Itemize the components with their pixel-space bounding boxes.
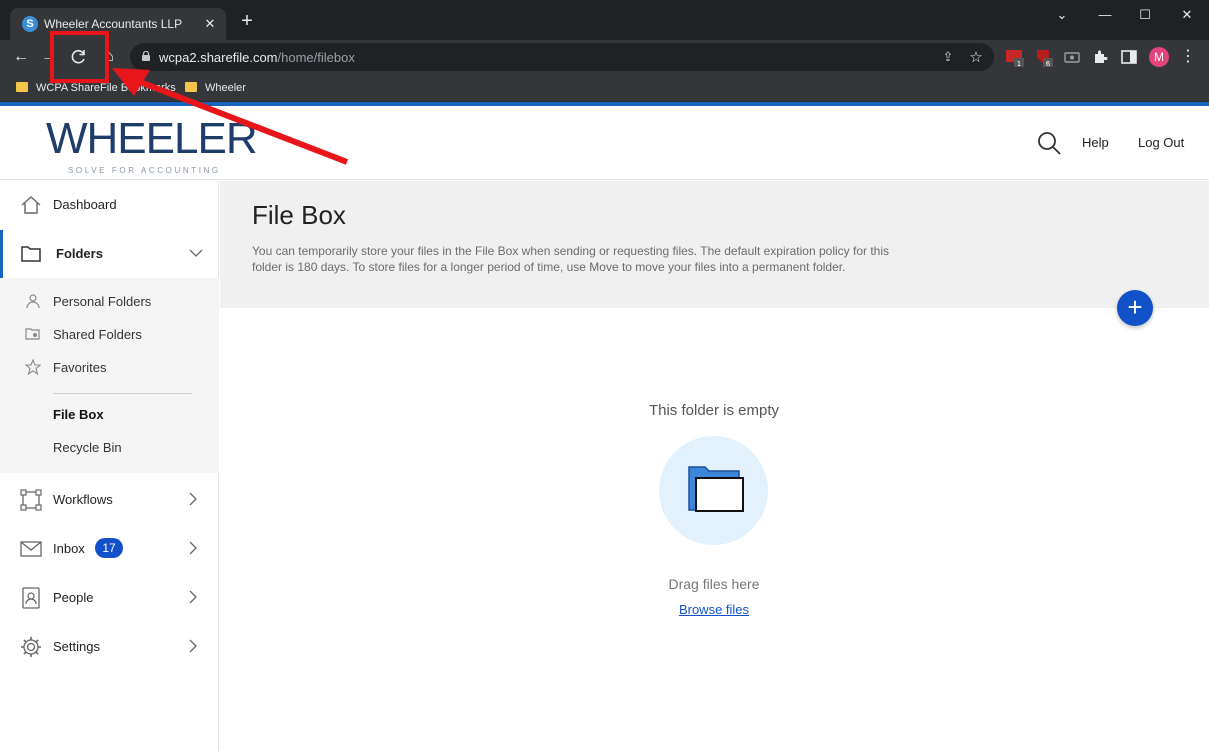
chevron-right-icon (189, 639, 197, 653)
forward-arrow-icon[interactable]: → (38, 46, 60, 68)
logout-link[interactable]: Log Out (1138, 135, 1184, 150)
page-description: You can temporarily store your files in … (252, 244, 890, 274)
chevron-down-icon (189, 249, 203, 257)
sidebar-item-favorites[interactable]: Favorites (0, 352, 219, 382)
chevron-right-icon (189, 541, 197, 555)
svg-text:6: 6 (1046, 60, 1051, 68)
browser-toolbar: ← → ⌂ wcpa2.sharefile.com/home/filebox ⇪… (0, 40, 1209, 74)
url-text: wcpa2.sharefile.com/home/filebox (159, 50, 355, 65)
home-icon[interactable]: ⌂ (98, 46, 120, 68)
workflow-icon (20, 489, 42, 511)
logo-text: WHEELER (46, 114, 258, 163)
tab-search-icon[interactable]: ⌄ (1053, 6, 1071, 24)
logo-tagline: SOLVE FOR ACCOUNTING (68, 166, 221, 175)
folder-icon (21, 246, 41, 262)
bookmarks-bar: WCPA ShareFile Bookmarks Wheeler (0, 74, 1209, 102)
sidebar-item-folders[interactable]: Folders (0, 230, 219, 278)
wheeler-logo[interactable]: WHEELER SOLVE FOR ACCOUNTING (44, 112, 258, 178)
browse-files-link[interactable]: Browse files (600, 602, 828, 617)
contact-book-icon (22, 587, 40, 609)
bookmark-folder-wheeler[interactable]: Wheeler (185, 79, 246, 97)
browser-tabstrip: S Wheeler Accountants LLP ✕ + ⌄ — ☐ ✕ (0, 0, 1209, 40)
address-bar[interactable]: wcpa2.sharefile.com/home/filebox ⇪ ☆ (130, 43, 994, 71)
chevron-right-icon (189, 590, 197, 604)
maximize-button[interactable]: ☐ (1136, 6, 1154, 24)
sidebar-item-shared-folders[interactable]: Shared Folders (0, 319, 219, 349)
svg-text:1: 1 (1017, 60, 1021, 68)
sidebar-item-recycle-bin[interactable]: Recycle Bin (0, 432, 219, 462)
open-folder-icon (688, 466, 744, 512)
sharefile-page: WHEELER SOLVE FOR ACCOUNTING Help Log Ou… (0, 102, 1209, 751)
extension-red-icon[interactable]: 1 (1006, 48, 1024, 68)
shared-folder-icon (25, 328, 40, 340)
gear-icon (21, 637, 41, 657)
submenu-divider (53, 393, 192, 394)
close-window-button[interactable]: ✕ (1178, 6, 1196, 24)
back-arrow-icon[interactable]: ← (10, 46, 32, 68)
mail-icon (20, 541, 42, 557)
new-tab-button[interactable]: + (237, 11, 257, 32)
extensions-puzzle-icon[interactable] (1092, 48, 1110, 66)
tab-close-icon[interactable]: ✕ (202, 16, 218, 32)
extension-card-icon[interactable] (1063, 48, 1081, 66)
sidebar-item-people[interactable]: People (0, 574, 219, 622)
sidebar-item-settings[interactable]: Settings (0, 623, 219, 671)
filebox-banner: File Box You can temporarily store your … (220, 181, 1209, 308)
minimize-button[interactable]: — (1096, 6, 1114, 24)
drag-files-text: Drag files here (668, 576, 760, 592)
share-icon[interactable]: ⇪ (940, 49, 956, 65)
bookmark-folder-wcpa[interactable]: WCPA ShareFile Bookmarks (16, 79, 176, 97)
app-header: WHEELER SOLVE FOR ACCOUNTING Help Log Ou… (0, 106, 1209, 180)
star-icon (25, 359, 41, 375)
reload-icon[interactable] (68, 46, 90, 68)
browser-tab[interactable]: S Wheeler Accountants LLP ✕ (10, 8, 226, 40)
lock-icon (142, 51, 150, 61)
home-icon (21, 196, 41, 214)
help-link[interactable]: Help (1082, 135, 1109, 150)
sidebar-item-workflows[interactable]: Workflows (0, 476, 219, 524)
chevron-right-icon (189, 492, 197, 506)
search-icon[interactable] (1036, 130, 1062, 156)
page-title: File Box (252, 200, 346, 230)
folder-icon (185, 82, 197, 92)
bookmark-star-icon[interactable]: ☆ (968, 48, 984, 66)
browser-menu-icon[interactable]: ⋮ (1180, 47, 1196, 67)
folders-submenu: Personal Folders Shared Folders Favorite… (0, 278, 219, 473)
profile-avatar[interactable]: M (1149, 47, 1169, 67)
sidebar: Dashboard Folders Personal Folders Share… (0, 181, 219, 751)
sidebar-item-inbox[interactable]: Inbox 17 (0, 525, 219, 573)
sidebar-item-file-box[interactable]: File Box (0, 399, 219, 429)
empty-state-title: This folder is empty (648, 402, 780, 419)
tab-title: Wheeler Accountants LLP (44, 17, 183, 31)
sidebar-item-personal-folders[interactable]: Personal Folders (0, 286, 219, 316)
empty-folder-illustration (659, 436, 768, 545)
folder-icon (16, 82, 28, 92)
ublock-icon[interactable]: 6 (1035, 48, 1053, 68)
add-button[interactable]: + (1117, 290, 1153, 326)
side-panel-icon[interactable] (1120, 48, 1138, 66)
person-icon (26, 294, 40, 309)
sharefile-favicon-icon: S (22, 16, 38, 32)
inbox-count-badge: 17 (95, 538, 123, 558)
sidebar-item-dashboard[interactable]: Dashboard (0, 181, 219, 229)
